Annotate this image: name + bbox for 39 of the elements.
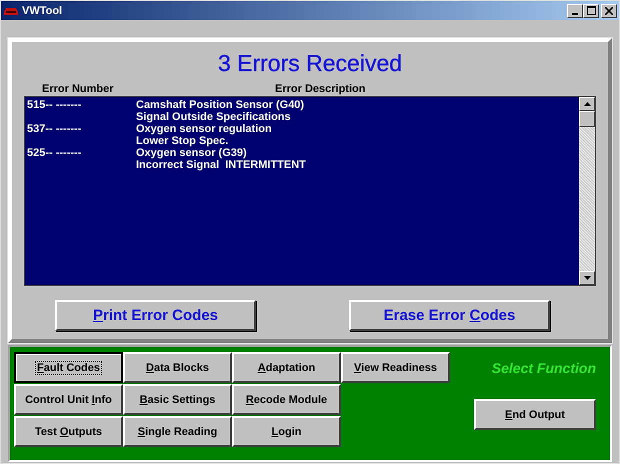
error-description: Lower Stop Spec. xyxy=(136,135,228,148)
function-button[interactable]: Fault Codes xyxy=(14,352,123,383)
function-button[interactable]: Data Blocks xyxy=(123,352,232,383)
function-button[interactable]: Test Outputs xyxy=(14,416,123,447)
error-number: 537-- ------- xyxy=(27,123,82,136)
close-icon xyxy=(605,6,613,14)
function-button[interactable]: Basic Settings xyxy=(123,384,232,415)
function-button[interactable]: Adaptation xyxy=(232,352,341,383)
error-description: Incorrect Signal INTERMITTENT xyxy=(136,159,306,172)
function-button[interactable]: Recode Module xyxy=(232,384,341,415)
function-button[interactable]: Login xyxy=(232,416,341,447)
up-arrow-icon xyxy=(584,102,590,106)
maximize-button[interactable] xyxy=(583,4,599,18)
maximize-icon xyxy=(586,6,596,15)
error-number: 525-- ------- xyxy=(27,147,82,160)
column-header: Error Description xyxy=(275,83,366,96)
error-number: 515-- ------- xyxy=(27,99,82,112)
column-header: Error Number xyxy=(42,83,115,96)
scroll-down-button[interactable] xyxy=(579,271,595,285)
close-button[interactable] xyxy=(601,4,617,18)
window-title: VWTool xyxy=(22,4,62,16)
action-button[interactable]: Print Error Codes xyxy=(55,300,256,331)
function-button[interactable]: Single Reading xyxy=(123,416,232,447)
error-description: Camshaft Position Sensor (G40) xyxy=(136,99,304,112)
error-description: Oxygen sensor (G39) xyxy=(136,147,247,160)
minimize-button[interactable] xyxy=(567,4,583,18)
scroll-thumb[interactable] xyxy=(579,111,595,128)
errors-heading: 3 Errors Received xyxy=(216,50,404,77)
select-function-label: Select Function xyxy=(492,360,596,376)
function-button[interactable]: Control Unit Info xyxy=(14,384,123,415)
scroll-up-button[interactable] xyxy=(579,97,595,112)
error-description: Signal Outside Specifications xyxy=(136,111,291,124)
error-description: Oxygen sensor regulation xyxy=(136,123,272,136)
function-button[interactable]: View Readiness xyxy=(341,352,450,383)
scrollbar[interactable] xyxy=(579,97,595,285)
down-arrow-icon xyxy=(584,276,590,280)
minimize-icon xyxy=(572,12,578,14)
action-button[interactable]: Erase Error Codes xyxy=(349,300,550,331)
end-output-button[interactable]: End Output xyxy=(474,399,596,430)
